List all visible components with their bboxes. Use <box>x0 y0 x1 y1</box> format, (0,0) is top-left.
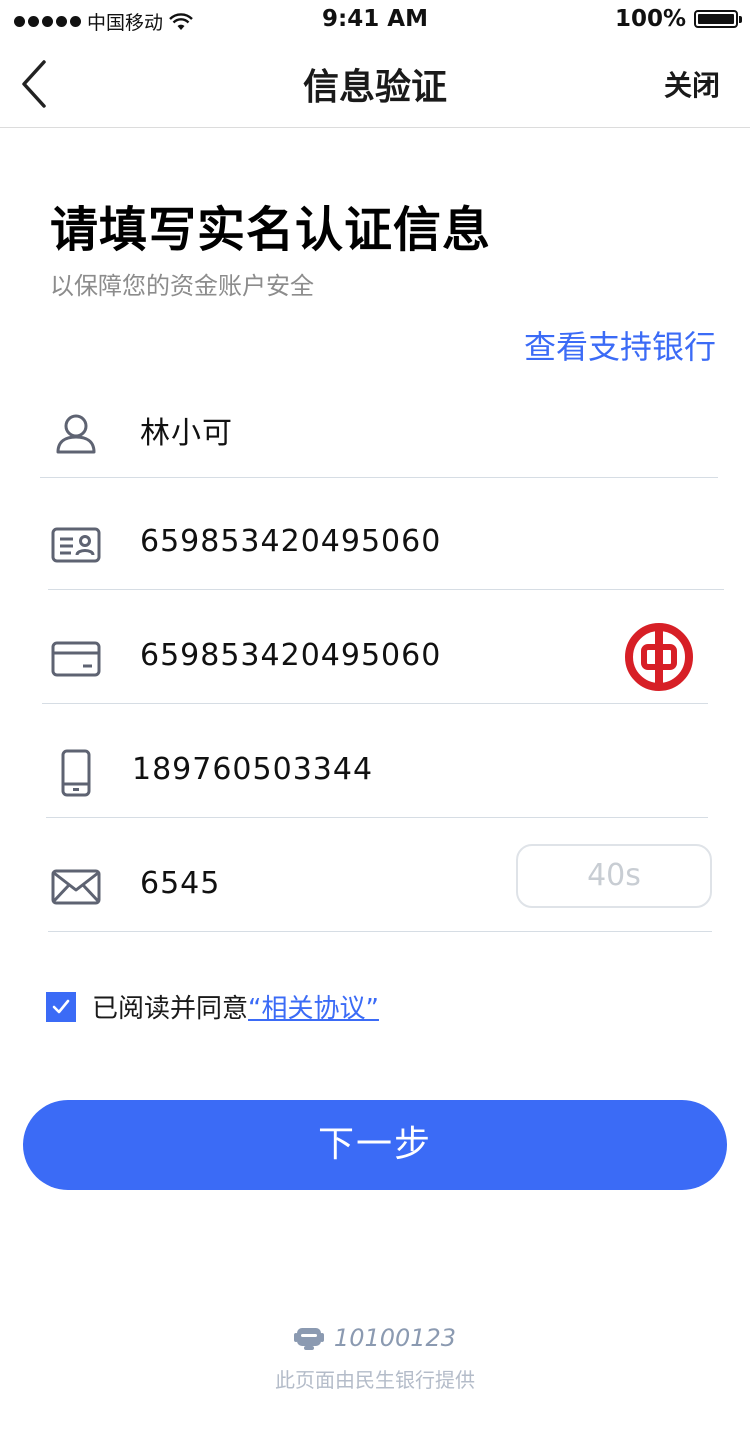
status-right: 100% <box>614 6 742 32</box>
user-icon <box>48 410 104 456</box>
battery-icon <box>694 10 742 28</box>
page-title: 信息验证 <box>302 67 447 108</box>
bank-of-china-logo <box>625 623 693 691</box>
resend-code-button[interactable]: 40s <box>516 844 712 908</box>
name-input[interactable] <box>140 412 560 447</box>
agreement-text: 已阅读并同意 <box>92 994 249 1024</box>
close-button[interactable]: 关闭 <box>664 64 720 104</box>
divider <box>42 703 708 704</box>
phone-field <box>46 728 708 818</box>
mobile-phone-icon <box>48 748 104 798</box>
status-bar: 中国移动 9:41 AM 100% <box>0 0 750 40</box>
provider-note: 此页面由民生银行提供 <box>275 1368 475 1392</box>
checkmark-icon <box>52 999 70 1013</box>
bank-card-icon <box>48 636 104 682</box>
agreement-row: 已阅读并同意 “相关协议” <box>46 988 379 1025</box>
agreement-checkbox[interactable] <box>46 991 76 1022</box>
divider <box>48 931 712 932</box>
sms-code-input[interactable] <box>140 866 440 901</box>
divider <box>40 477 718 478</box>
navigation-bar: 信息验证 关闭 <box>0 40 750 128</box>
supported-banks-link[interactable]: 查看支持银行 <box>524 322 716 368</box>
customer-service-phone[interactable]: 10100123 <box>0 1324 750 1352</box>
back-button[interactable] <box>16 54 56 114</box>
chevron-left-icon <box>22 60 46 108</box>
divider <box>46 817 708 818</box>
name-field <box>40 388 718 478</box>
form-heading: 请填写实名认证信息 <box>50 202 492 258</box>
customer-service-icon <box>293 1328 324 1350</box>
divider <box>48 589 724 590</box>
form-subheading: 以保障您的资金账户安全 <box>50 272 314 300</box>
envelope-icon <box>48 864 104 910</box>
agreement-link[interactable]: “相关协议” <box>248 988 379 1025</box>
phone-input[interactable] <box>132 752 552 787</box>
next-step-button[interactable]: 下一步 <box>23 1100 727 1190</box>
id-card-icon <box>48 522 104 568</box>
service-phone-number[interactable]: 10100123 <box>334 1324 456 1352</box>
battery-percent: 100% <box>614 6 686 32</box>
bank-card-field <box>42 614 708 704</box>
bank-card-input[interactable] <box>140 638 560 673</box>
id-number-input[interactable] <box>140 524 560 559</box>
id-number-field <box>48 500 724 590</box>
